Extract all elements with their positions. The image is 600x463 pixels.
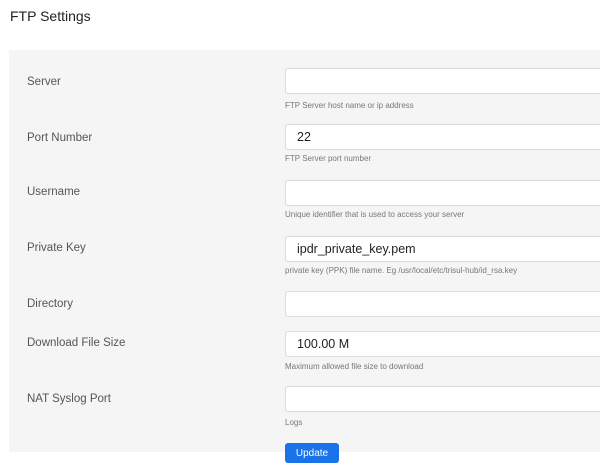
help-port-number: FTP Server port number bbox=[285, 154, 372, 163]
help-download-file-size: Maximum allowed file size to download bbox=[285, 362, 424, 371]
username-input[interactable] bbox=[285, 180, 600, 206]
label-download-file-size: Download File Size bbox=[27, 337, 126, 349]
nat-syslog-port-input[interactable] bbox=[285, 386, 600, 412]
settings-form: Server FTP Server host name or ip addres… bbox=[9, 50, 600, 463]
label-username: Username bbox=[27, 186, 81, 198]
label-port-number: Port Number bbox=[27, 132, 93, 144]
help-username: Unique identifier that is used to access… bbox=[285, 210, 465, 219]
port-number-input[interactable] bbox=[285, 124, 600, 150]
update-button[interactable]: Update bbox=[285, 443, 339, 463]
help-private-key: private key (PPK) file name. Eg /usr/loc… bbox=[285, 266, 518, 275]
label-server: Server bbox=[27, 76, 61, 88]
label-directory: Directory bbox=[27, 298, 74, 310]
directory-input[interactable] bbox=[285, 291, 600, 317]
download-file-size-input[interactable] bbox=[285, 331, 600, 357]
private-key-input[interactable] bbox=[285, 236, 600, 262]
label-private-key: Private Key bbox=[27, 242, 86, 254]
help-server: FTP Server host name or ip address bbox=[285, 101, 414, 110]
help-nat-syslog-port: Logs bbox=[285, 418, 303, 427]
label-nat-syslog-port: NAT Syslog Port bbox=[27, 393, 111, 405]
server-input[interactable] bbox=[285, 68, 600, 94]
page-title: FTP Settings bbox=[10, 8, 91, 24]
